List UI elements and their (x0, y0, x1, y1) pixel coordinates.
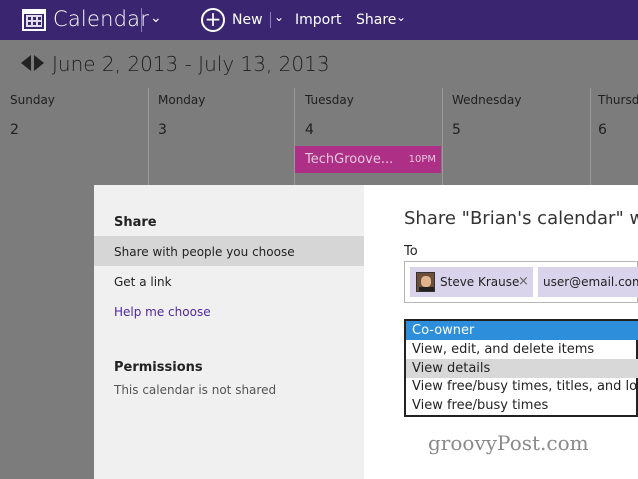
permissions-status: This calendar is not shared (114, 383, 277, 397)
recipient-name: user@email.com (543, 275, 638, 289)
previous-icon[interactable] (21, 55, 31, 71)
divider (141, 8, 142, 32)
avatar (416, 272, 435, 292)
dim-overlay (0, 185, 94, 479)
help-me-choose-link[interactable]: Help me choose (114, 305, 211, 319)
chevron-down-icon[interactable]: ⌄ (396, 10, 406, 24)
day-name: Tuesday (305, 93, 354, 107)
next-icon[interactable] (34, 55, 44, 71)
permissions-heading: Permissions (114, 360, 203, 375)
share-button[interactable]: Share (356, 12, 396, 28)
share-with-people-label: Share with people you choose (114, 245, 295, 259)
divider (270, 12, 271, 28)
day-name: Wednesday (452, 93, 522, 107)
calendar-icon (22, 9, 46, 31)
permission-option[interactable]: Co-owner (406, 321, 638, 340)
day-number: 6 (598, 122, 607, 138)
recipient-chip[interactable]: user@email.com (538, 267, 638, 297)
chevron-down-icon[interactable]: ⌄ (150, 10, 162, 26)
event-time: 10PM (408, 154, 436, 165)
app-title: Calendar (53, 7, 150, 31)
new-button[interactable]: New (232, 12, 263, 28)
get-a-link-option[interactable]: Get a link (114, 275, 172, 289)
day-number: 5 (452, 122, 461, 138)
day-number: 2 (10, 122, 19, 138)
day-number: 3 (158, 122, 167, 138)
plus-icon[interactable]: + (201, 8, 225, 32)
permission-option[interactable]: View free/busy times (406, 396, 638, 415)
recipient-name: Steve Krause (440, 275, 520, 289)
share-heading: Share (114, 215, 157, 230)
calendar-event[interactable]: TechGroove... 10PM (295, 146, 441, 173)
to-label: To (404, 244, 418, 259)
date-range: June 2, 2013 - July 13, 2013 (52, 52, 330, 76)
day-number: 4 (305, 122, 314, 138)
permission-option[interactable]: View details (406, 359, 638, 378)
day-name: Monday (158, 93, 206, 107)
import-button[interactable]: Import (295, 12, 341, 28)
watermark: groovyPost.com (428, 431, 589, 455)
share-dialog-title: Share "Brian's calendar" wi (404, 208, 638, 229)
event-title: TechGroove... (305, 152, 394, 167)
permission-option[interactable]: View free/busy times, titles, and loca (406, 377, 638, 396)
permission-option[interactable]: View, edit, and delete items (406, 340, 638, 359)
day-name: Sunday (10, 93, 55, 107)
remove-icon[interactable]: × (518, 274, 529, 289)
chevron-down-icon[interactable]: ⌄ (274, 10, 284, 24)
day-name: Thursday (598, 93, 638, 107)
